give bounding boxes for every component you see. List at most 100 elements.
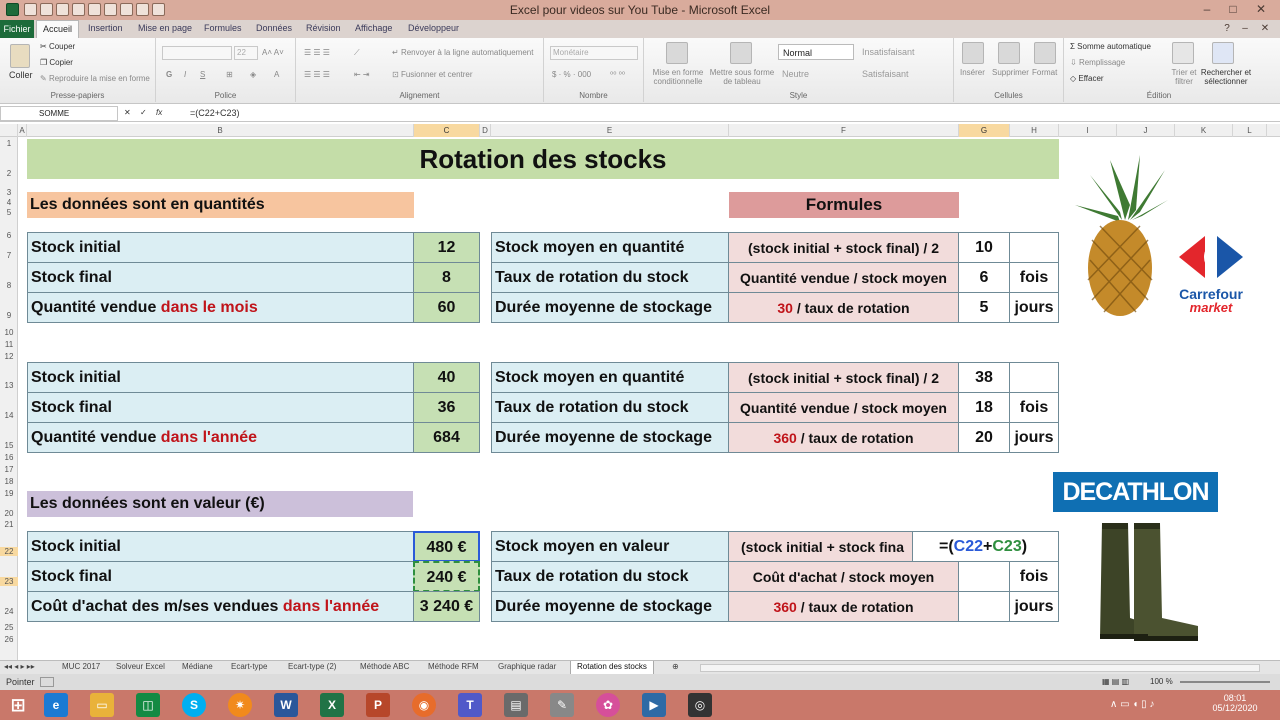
macro-record-icon[interactable]	[40, 677, 54, 687]
sheet-tab[interactable]: Méthode ABC	[360, 662, 409, 671]
underline-icon[interactable]: S	[200, 70, 205, 79]
column-header-f[interactable]: F	[729, 124, 959, 137]
zoom-level[interactable]: 100 %	[1150, 677, 1173, 686]
value-rotation[interactable]	[958, 561, 1010, 592]
value-cost[interactable]: 3 240 €	[413, 591, 480, 622]
internet-explorer-icon[interactable]: e	[44, 693, 68, 717]
value-avg-stock[interactable]: 38	[958, 362, 1010, 393]
powerpoint-icon[interactable]: P	[366, 693, 390, 717]
wrap-text-button[interactable]: ↵ Renvoyer à la ligne automatiquement	[392, 48, 533, 57]
tab-mise-en-page[interactable]: Mise en page	[138, 23, 192, 33]
formula-rotation[interactable]: Coût d'achat / stock moyen	[728, 561, 959, 592]
unit-avg-stock[interactable]	[1009, 232, 1059, 263]
unit-duration[interactable]: jours	[1009, 422, 1059, 453]
settings-gear-icon[interactable]: ✷	[228, 693, 252, 717]
tab-revision[interactable]: Révision	[306, 23, 341, 33]
sheet-tab[interactable]: MUC 2017	[62, 662, 100, 671]
column-header-i[interactable]: I	[1059, 124, 1117, 137]
formula-duration[interactable]: 360 / taux de rotation	[728, 422, 959, 453]
row-header[interactable]: 4	[0, 198, 18, 207]
tray-icons[interactable]: ∧ ▭ ◖ ▯ ♪	[1110, 699, 1154, 710]
label-avg-stock-value[interactable]: Stock moyen en valeur	[491, 531, 729, 562]
table-format-button[interactable]: Mettre sous forme de tableau	[708, 68, 776, 86]
value-stock-initial[interactable]: 40	[413, 362, 480, 393]
tab-donnees[interactable]: Données	[256, 23, 292, 33]
label-cost[interactable]: Coût d'achat des m/ses vendues dans l'an…	[27, 591, 414, 622]
edit-cell-formula[interactable]: =(C22+C23)	[912, 531, 1059, 562]
style-neutre[interactable]: Neutre	[778, 66, 854, 82]
align-left-icon[interactable]: ☰ ☰ ☰	[304, 70, 330, 79]
name-box[interactable]: SOMME	[0, 106, 118, 121]
row-header[interactable]: 24	[0, 607, 18, 616]
value-qty-sold[interactable]: 60	[413, 292, 480, 323]
indent-icon[interactable]: ⇤ ⇥	[354, 70, 370, 79]
orientation-icon[interactable]: ⟋	[354, 48, 360, 58]
cut-button[interactable]: ✂ Couper	[40, 42, 75, 51]
formula-rotation[interactable]: Quantité vendue / stock moyen	[728, 262, 959, 293]
pineapple-image[interactable]	[1070, 150, 1170, 320]
number-format-select[interactable]: Monétaire	[550, 46, 638, 60]
conditional-format-icon[interactable]	[666, 42, 688, 64]
grow-font-icon[interactable]: A˄ A˅	[262, 48, 284, 57]
sheet-tab-active[interactable]: Rotation des stocks	[570, 661, 654, 675]
column-header-c[interactable]: C	[414, 124, 480, 137]
row-header[interactable]: 5	[0, 208, 18, 217]
unit-rotation[interactable]: fois	[1009, 262, 1059, 293]
unit-rotation[interactable]: fois	[1009, 561, 1059, 592]
label-qty-sold[interactable]: Quantité vendue dans le mois	[27, 292, 414, 323]
label-stock-initial[interactable]: Stock initial	[27, 232, 414, 263]
merge-center-button[interactable]: ⊡ Fusionner et centrer	[392, 70, 473, 79]
row-header[interactable]: 21	[0, 520, 18, 529]
sort-filter-button[interactable]: Trier et filtrer	[1166, 68, 1202, 86]
fill-color-icon[interactable]: ◈	[250, 70, 256, 79]
value-stock-final[interactable]: 36	[413, 392, 480, 423]
delete-cells-icon[interactable]	[998, 42, 1020, 64]
teams-icon[interactable]: T	[458, 693, 482, 717]
label-stock-final[interactable]: Stock final	[27, 561, 414, 592]
row-header[interactable]: 8	[0, 281, 18, 290]
word-icon[interactable]: W	[274, 693, 298, 717]
view-buttons-icon[interactable]: ▦ ▤ ▥	[1102, 677, 1129, 686]
value-rotation[interactable]: 18	[958, 392, 1010, 423]
sheet-tab[interactable]: Ecart-type (2)	[288, 662, 336, 671]
column-header-l[interactable]: L	[1233, 124, 1267, 137]
accept-formula-icon[interactable]: ✓	[140, 108, 147, 117]
value-duration[interactable]: 5	[958, 292, 1010, 323]
ribbon-minimize-icon[interactable]: –	[1234, 21, 1256, 37]
value-stock-final[interactable]: 240 €	[413, 561, 480, 592]
value-stock-initial[interactable]: 480 €	[413, 531, 480, 562]
firefox-icon[interactable]: ◉	[412, 693, 436, 717]
row-header[interactable]: 3	[0, 188, 18, 197]
row-header[interactable]: 22	[0, 547, 18, 556]
sort-filter-icon[interactable]	[1172, 42, 1194, 64]
row-header[interactable]: 14	[0, 411, 18, 420]
row-header[interactable]: 18	[0, 477, 18, 486]
calculator-icon[interactable]: ▤	[504, 693, 528, 717]
insert-function-icon[interactable]: fx	[156, 108, 162, 117]
windows-start-icon[interactable]: ⊞	[6, 693, 30, 717]
value-duration[interactable]: 20	[958, 422, 1010, 453]
formula-rotation[interactable]: Quantité vendue / stock moyen	[728, 392, 959, 423]
label-rotation[interactable]: Taux de rotation du stock	[491, 561, 729, 592]
align-top-icon[interactable]: ☰ ☰ ☰	[304, 48, 330, 57]
value-stock-final[interactable]: 8	[413, 262, 480, 293]
paint-icon[interactable]: ✎	[550, 693, 574, 717]
column-header-j[interactable]: J	[1117, 124, 1175, 137]
row-header[interactable]: 20	[0, 509, 18, 518]
value-duration[interactable]	[958, 591, 1010, 622]
label-avg-stock[interactable]: Stock moyen en quantité	[491, 362, 729, 393]
label-stock-initial[interactable]: Stock initial	[27, 362, 414, 393]
sheet-tab[interactable]: Méthode RFM	[428, 662, 479, 671]
column-header-e[interactable]: E	[491, 124, 729, 137]
formula-avg-stock[interactable]: (stock initial + stock final) / 2	[728, 362, 959, 393]
sheet-tab[interactable]: Solveur Excel	[116, 662, 165, 671]
value-qty-sold[interactable]: 684	[413, 422, 480, 453]
row-header[interactable]: 6	[0, 231, 18, 240]
row-header[interactable]: 16	[0, 453, 18, 462]
column-header-a[interactable]: A	[18, 124, 27, 137]
close-icon[interactable]: ✕	[1250, 1, 1272, 17]
new-sheet-icon[interactable]: ⊕	[672, 662, 679, 671]
formula-avg-stock[interactable]: (stock initial + stock final) / 2	[728, 232, 959, 263]
table-format-icon[interactable]	[730, 42, 752, 64]
bold-icon[interactable]: G	[166, 70, 172, 79]
